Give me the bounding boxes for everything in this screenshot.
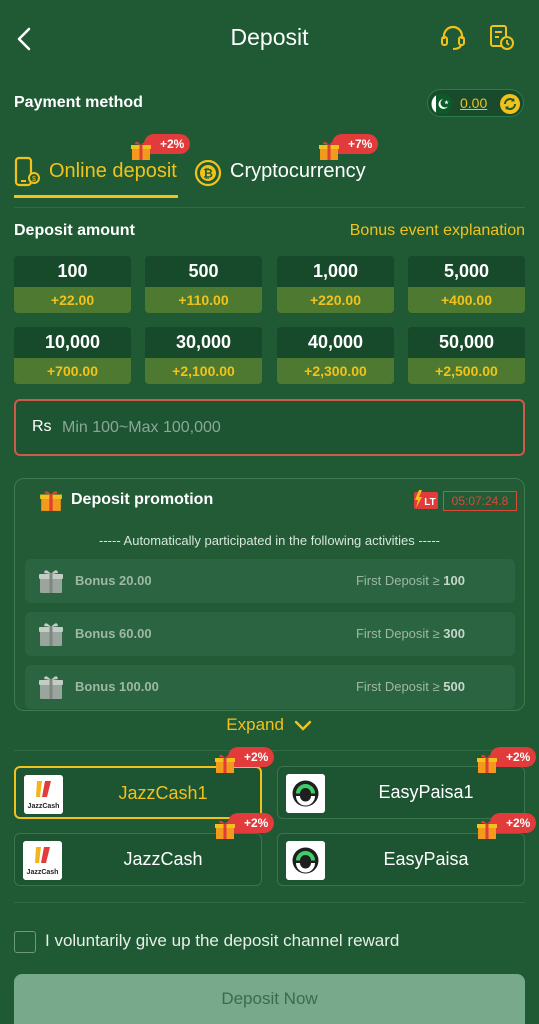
tab-online-deposit-label: Online deposit <box>49 160 177 182</box>
amount-option-1000[interactable]: 1,000 +220.00 <box>277 256 394 313</box>
expand-label: Expand <box>226 715 284 734</box>
history-icon <box>490 25 514 50</box>
tab-online-deposit[interactable]: $ Online deposit <box>14 152 179 198</box>
amount-input-container[interactable]: Rs <box>14 399 525 456</box>
channel-name: EasyPaisa <box>383 849 469 869</box>
amount-bonus: +2,300.00 <box>277 358 394 384</box>
channel-jazzcash[interactable]: JazzCash JazzCash <box>14 833 262 886</box>
bonus-event-explanation-link[interactable]: Bonus event explanation <box>350 222 525 240</box>
promotion-item: Bonus 20.00 First Deposit ≥ 100 <box>25 559 515 603</box>
amount-bonus: +2,100.00 <box>145 358 262 384</box>
easypaisa-logo-icon <box>286 774 325 813</box>
jazzcash-logo-icon: JazzCash <box>24 775 63 814</box>
tab-cryptocurrency-label: Cryptocurrency <box>230 160 366 182</box>
headset-icon <box>441 25 465 50</box>
gift-icon <box>39 570 63 593</box>
promotion-title: Deposit promotion <box>71 491 214 508</box>
amount-value: 40,000 <box>277 327 394 358</box>
give-up-reward-checkbox[interactable] <box>14 931 36 953</box>
promotion-bonus: Bonus 20.00 <box>75 573 152 588</box>
amount-option-10000[interactable]: 10,000 +700.00 <box>14 327 131 384</box>
amount-option-30000[interactable]: 30,000 +2,100.00 <box>145 327 262 384</box>
amount-input[interactable] <box>62 413 502 443</box>
amount-option-40000[interactable]: 40,000 +2,300.00 <box>277 327 394 384</box>
promotion-bonus: Bonus 60.00 <box>75 626 152 641</box>
jazzcash-logo-icon: JazzCash <box>23 841 62 880</box>
gift-icon <box>477 820 497 839</box>
deposit-promotion-panel: Deposit promotion LT 05:07:24.8 ----- Au… <box>14 478 525 711</box>
gift-icon <box>39 676 63 699</box>
promotion-item: Bonus 60.00 First Deposit ≥ 300 <box>25 612 515 656</box>
balance-pill[interactable]: 0.00 <box>427 89 524 117</box>
active-tab-indicator <box>14 195 178 198</box>
promotion-condition: First Deposit ≥ 500 <box>355 679 465 694</box>
amount-option-100[interactable]: 100 +22.00 <box>14 256 131 313</box>
gift-icon <box>215 754 235 773</box>
balance-amount[interactable]: 0.00 <box>460 95 487 111</box>
currency-symbol: Rs <box>32 418 52 435</box>
amount-value: 10,000 <box>14 327 131 358</box>
deposit-now-button[interactable]: Deposit Now <box>14 974 525 1024</box>
bitcoin-icon: ₿ <box>194 159 222 187</box>
promotion-timer: 05:07:24.8 <box>443 491 517 511</box>
amount-value: 5,000 <box>408 256 525 287</box>
promotion-badge: LT <box>424 497 435 508</box>
amount-value: 1,000 <box>277 256 394 287</box>
divider <box>14 902 525 903</box>
mobile-phone-icon: $ <box>14 156 40 187</box>
channel-name: EasyPaisa1 <box>378 782 474 802</box>
svg-text:$: $ <box>32 176 36 183</box>
channel-name: JazzCash <box>123 849 203 869</box>
amount-bonus: +2,500.00 <box>408 358 525 384</box>
amount-value: 500 <box>145 256 262 287</box>
deposit-amount-label: Deposit amount <box>14 222 135 239</box>
chevron-down-icon <box>294 720 311 731</box>
refresh-icon[interactable] <box>499 93 521 115</box>
gift-icon <box>131 141 151 160</box>
svg-text:₿: ₿ <box>203 167 213 181</box>
gift-icon <box>39 623 63 646</box>
promotion-condition: First Deposit ≥ 100 <box>355 573 465 588</box>
promotion-condition: First Deposit ≥ 300 <box>355 626 465 641</box>
amount-option-50000[interactable]: 50,000 +2,500.00 <box>408 327 525 384</box>
amount-option-500[interactable]: 500 +110.00 <box>145 256 262 313</box>
amount-value: 100 <box>14 256 131 287</box>
amount-bonus: +110.00 <box>145 287 262 313</box>
amount-bonus: +220.00 <box>277 287 394 313</box>
promotion-item: Bonus 100.00 First Deposit ≥ 500 <box>25 665 515 709</box>
amount-value: 30,000 <box>145 327 262 358</box>
amount-option-5000[interactable]: 5,000 +400.00 <box>408 256 525 313</box>
lightning-icon: LT <box>414 490 438 509</box>
amount-value: 50,000 <box>408 327 525 358</box>
pakistan-flag-icon <box>431 93 453 115</box>
expand-button[interactable]: Expand <box>0 715 539 735</box>
amount-bonus: +700.00 <box>14 358 131 384</box>
gift-icon <box>40 490 62 511</box>
channel-name: JazzCash1 <box>118 783 208 803</box>
customer-service-button[interactable] <box>438 22 468 52</box>
promotion-bonus: Bonus 100.00 <box>75 679 159 694</box>
svg-text:JazzCash: JazzCash <box>27 869 59 876</box>
gift-icon <box>477 754 497 773</box>
deposit-history-button[interactable] <box>486 22 516 52</box>
gift-icon <box>319 141 339 160</box>
channel-easypaisa[interactable]: EasyPaisa <box>277 833 525 886</box>
tab-cryptocurrency[interactable]: ₿ Cryptocurrency <box>193 152 373 198</box>
divider <box>14 207 525 208</box>
give-up-reward-label[interactable]: I voluntarily give up the deposit channe… <box>45 931 399 951</box>
gift-icon <box>215 820 235 839</box>
easypaisa-logo-icon <box>286 841 325 880</box>
amount-bonus: +400.00 <box>408 287 525 313</box>
payment-method-label: Payment method <box>14 94 143 111</box>
amount-bonus: +22.00 <box>14 287 131 313</box>
promotion-note: ----- Automatically participated in the … <box>99 533 440 548</box>
svg-text:JazzCash: JazzCash <box>28 803 60 810</box>
